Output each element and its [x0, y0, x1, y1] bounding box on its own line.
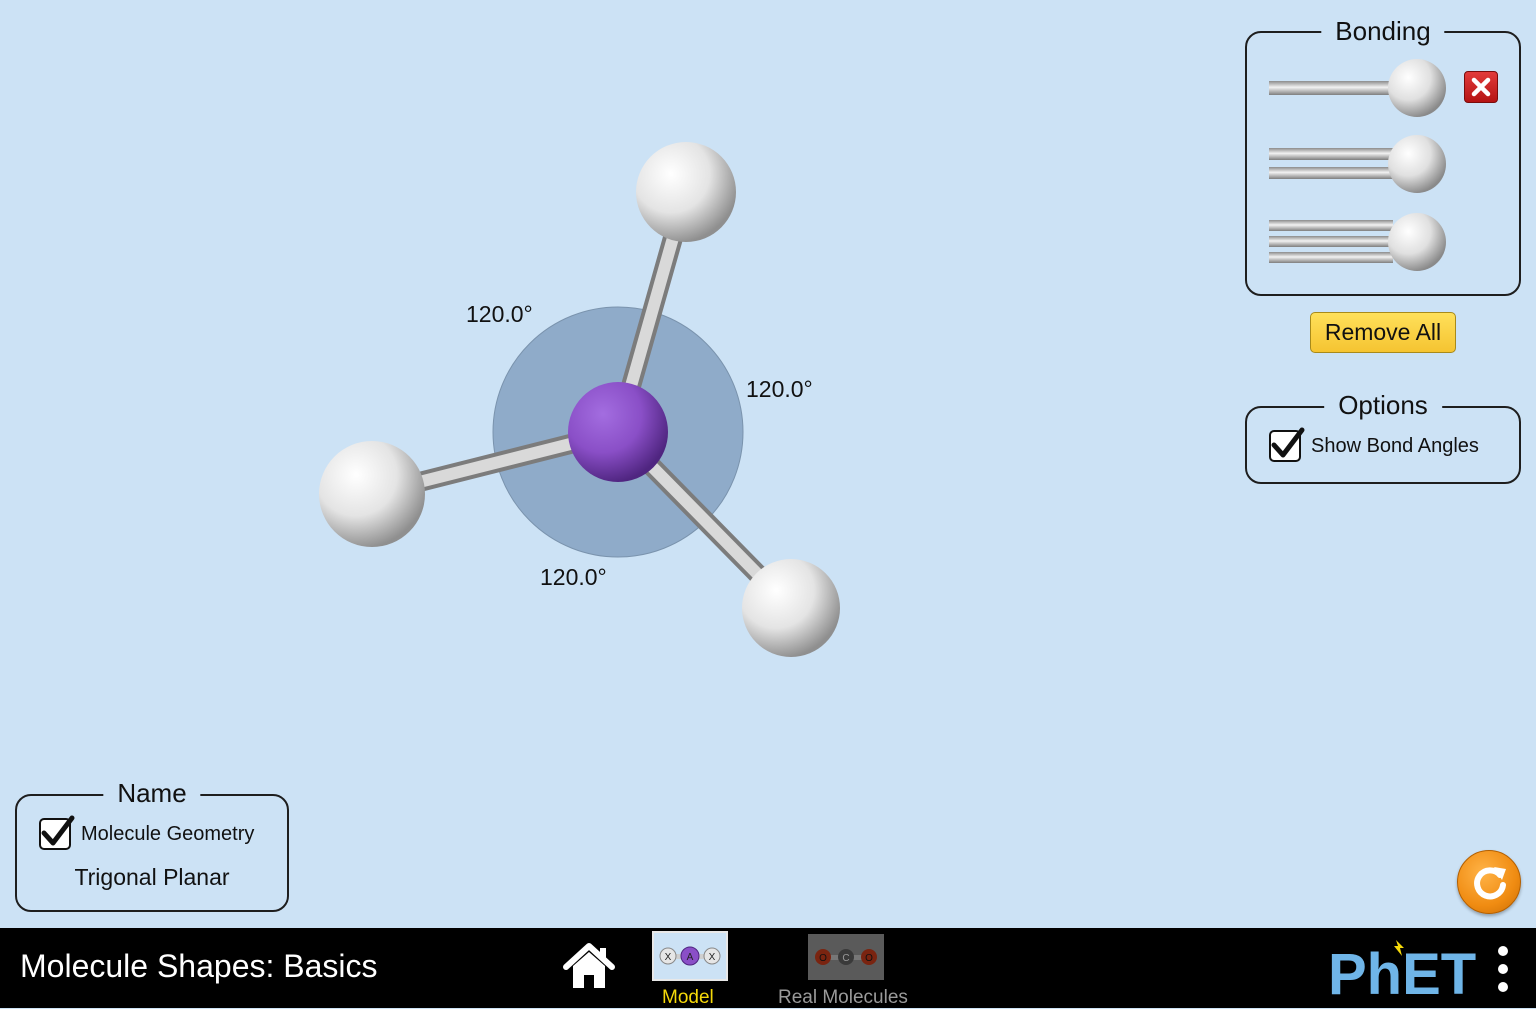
bond-angle-label: 120.0°: [746, 376, 813, 402]
tab-model[interactable]: X A X Model: [652, 931, 728, 1008]
icon-atom-label: X: [665, 952, 672, 963]
tab-real-molecules-label: Real Molecules: [778, 987, 908, 1008]
geometry-name: Trigonal Planar: [74, 864, 230, 890]
home-button[interactable]: [562, 942, 616, 992]
options-panel: Options Show Bond Angles: [1245, 390, 1521, 484]
atom-bottom-right[interactable]: [742, 559, 840, 657]
name-panel: Name Molecule Geometry Trigonal Planar: [15, 778, 289, 912]
icon-atom-label: X: [709, 952, 716, 963]
icon-atom-label: A: [687, 952, 694, 963]
show-bond-angles-checkbox[interactable]: Show Bond Angles: [1269, 427, 1479, 462]
central-atom[interactable]: [568, 382, 668, 482]
options-panel-title: Options: [1324, 390, 1442, 421]
checkbox-box[interactable]: [1269, 427, 1305, 462]
play-area: 120.0° 120.0° 120.0° Bonding Remove All …: [0, 0, 1536, 928]
icon-atom-label: O: [819, 953, 827, 964]
show-bond-angles-label: Show Bond Angles: [1311, 434, 1479, 457]
reset-all-button[interactable]: [1457, 850, 1521, 914]
phet-menu-button[interactable]: [1490, 942, 1516, 998]
molecule-geometry-checkbox[interactable]: Molecule Geometry: [39, 815, 255, 850]
bonding-panel-title: Bonding: [1321, 16, 1445, 47]
bond-angle-label: 120.0°: [540, 564, 607, 590]
bonding-panel: Bonding: [1245, 16, 1521, 296]
molecule-geometry-label: Molecule Geometry: [81, 822, 255, 845]
phet-logo-text: PhET: [1328, 942, 1476, 998]
checkbox-box[interactable]: [39, 815, 75, 850]
icon-atom-label: C: [842, 953, 849, 964]
name-panel-title: Name: [103, 778, 201, 809]
real-molecules-screen-icon: O C O: [808, 934, 884, 980]
double-bond-button[interactable]: [1267, 134, 1447, 196]
remove-bond-button[interactable]: [1464, 71, 1498, 103]
sim-title: Molecule Shapes: Basics: [20, 948, 378, 984]
atom-top[interactable]: [636, 142, 736, 242]
tab-model-label: Model: [662, 987, 714, 1008]
home-icon: [563, 943, 615, 988]
navigation-bar: Molecule Shapes: Basics X A X Model O C …: [0, 928, 1536, 1008]
checkmark-icon: [41, 815, 75, 846]
triple-bond-button[interactable]: [1267, 212, 1447, 274]
icon-atom-label: O: [865, 953, 873, 964]
atom-left[interactable]: [319, 441, 425, 547]
remove-all-button[interactable]: Remove All: [1310, 312, 1456, 353]
single-bond-button[interactable]: [1267, 57, 1447, 119]
reset-icon: [1474, 867, 1506, 900]
model-screen-icon: X A X: [652, 931, 728, 981]
kebab-menu-icon: [1498, 946, 1508, 992]
phet-logo: PhET: [1328, 938, 1488, 1007]
checkmark-icon: [1271, 427, 1305, 458]
close-icon: [1471, 77, 1491, 97]
bond-angle-label: 120.0°: [466, 301, 533, 327]
tab-real-molecules[interactable]: O C O Real Molecules: [778, 931, 918, 1008]
